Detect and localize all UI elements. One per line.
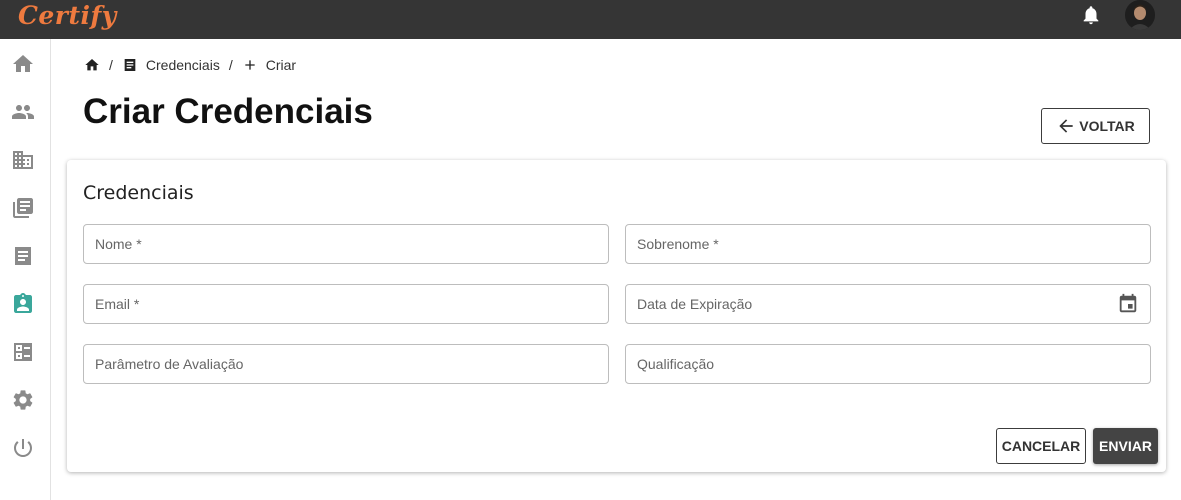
sidebar-item-library[interactable] [11,196,35,220]
sidebar-item-logout[interactable] [11,436,35,460]
data-expiracao-field[interactable]: Data de Expiração [625,284,1151,324]
sobrenome-field[interactable]: Sobrenome * [625,224,1151,264]
breadcrumb-current: Criar [242,57,296,73]
back-button[interactable]: VOLTAR [1041,108,1150,144]
home-icon [13,55,33,72]
sidebar-item-credentials[interactable] [11,292,35,316]
cancel-button[interactable]: CANCELAR [996,428,1086,464]
sidebar-item-home[interactable] [11,52,35,76]
breadcrumb: / Credenciais / Criar [84,55,296,75]
breadcrumb-label: Credenciais [145,57,220,73]
app-logo[interactable]: Certify [18,1,117,30]
receipt-icon [124,59,136,71]
submit-button[interactable]: ENVIAR [1093,428,1158,464]
power-icon [14,439,32,457]
breadcrumb-separator: / [228,57,233,73]
arrow-back-icon [1059,119,1073,133]
parametro-avaliacao-placeholder: Parâmetro de Avaliação [95,356,244,372]
gear-icon [13,390,33,410]
data-expiracao-placeholder: Data de Expiração [637,296,753,312]
page-title: Criar Credenciais [83,92,373,131]
plus-icon [245,60,255,70]
people-icon [12,105,34,119]
form-card: Credenciais Nome * Sobrenome * Email * D… [67,160,1166,472]
sobrenome-placeholder: Sobrenome * [637,236,719,252]
calendar-icon[interactable] [1117,293,1139,315]
sidebar [0,39,51,500]
email-placeholder: Email * [95,296,140,312]
parametro-avaliacao-field[interactable]: Parâmetro de Avaliação [83,344,609,384]
sidebar-item-settings[interactable] [11,388,35,412]
list-alt-icon [14,343,32,361]
building-icon [13,151,33,169]
breadcrumb-separator: / [109,57,113,73]
sidebar-item-organizations[interactable] [11,148,35,172]
sidebar-item-people[interactable] [11,100,35,124]
back-button-label: VOLTAR [1079,118,1135,134]
badge-icon [14,293,32,313]
library-books-icon [13,198,33,218]
sidebar-item-list[interactable] [11,340,35,364]
qualificacao-field[interactable]: Qualificação [625,344,1151,384]
form-title: Credenciais [83,182,194,204]
breadcrumb-home[interactable] [84,57,100,73]
email-field[interactable]: Email * [83,284,609,324]
qualificacao-placeholder: Qualificação [637,356,715,372]
home-icon [85,59,99,71]
bell-icon[interactable] [1080,4,1102,26]
breadcrumb-label: Criar [265,57,297,73]
avatar[interactable] [1125,0,1155,30]
nome-placeholder: Nome * [95,236,142,252]
breadcrumb-credenciais[interactable]: Credenciais [122,57,220,73]
receipt-icon [15,247,31,265]
top-app-bar: Certify [0,0,1181,39]
nome-field[interactable]: Nome * [83,224,609,264]
sidebar-item-documents[interactable] [11,244,35,268]
